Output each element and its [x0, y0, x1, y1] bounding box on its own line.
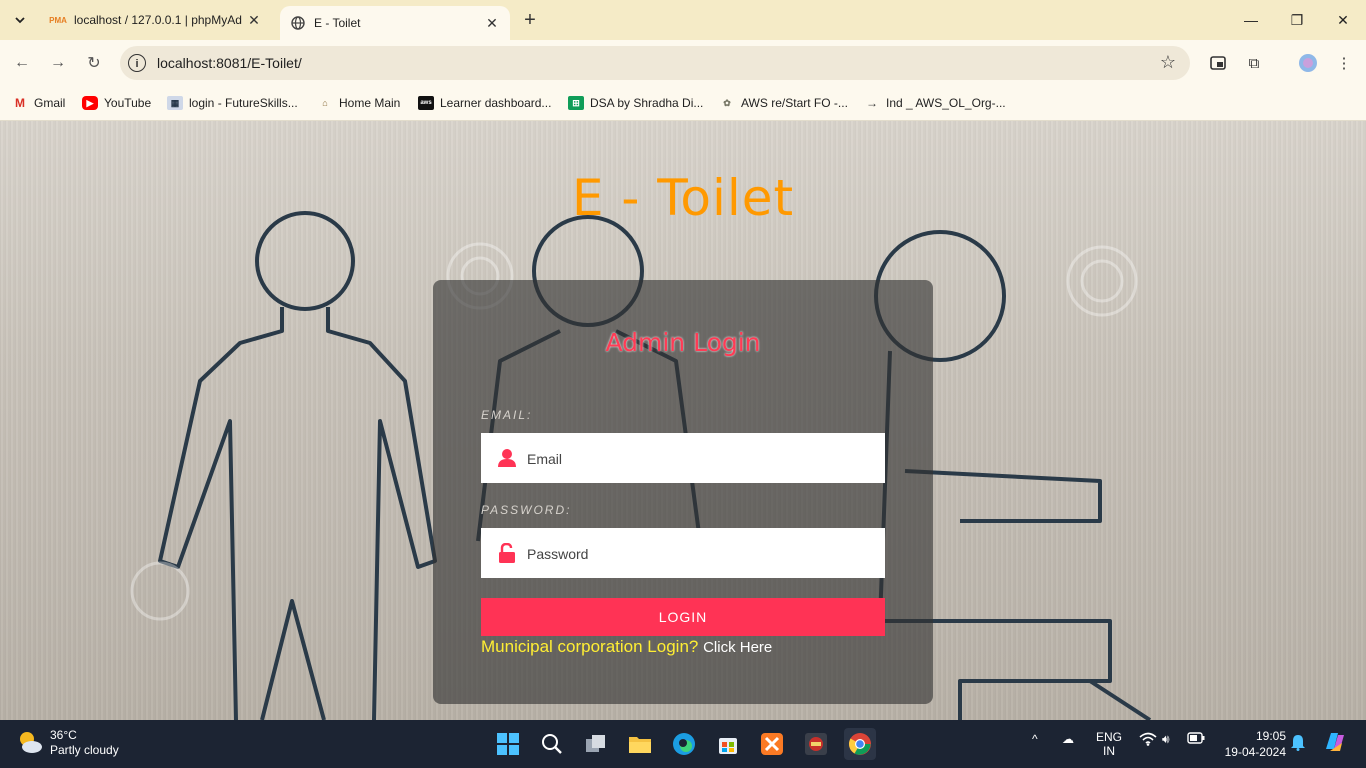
chevron-down-icon [15, 17, 25, 24]
bookmark-learner-dashboard[interactable]: aws Learner dashboard... [418, 93, 551, 113]
search-icon[interactable] [536, 728, 568, 760]
tab-title: E - Toilet [314, 16, 361, 30]
game-app-icon[interactable] [800, 728, 832, 760]
site-info-icon[interactable]: i [128, 54, 146, 72]
bookmark-futureskills[interactable]: ▦ login - FutureSkills... [167, 93, 298, 113]
bookmark-ind-aws[interactable]: → Ind _ AWS_OL_Org-... [864, 93, 1006, 113]
password-input[interactable] [525, 528, 879, 580]
windows-taskbar: 36°C Partly cloudy ^ ☁ ENG IN 🔊︎ 19:05 1… [0, 720, 1366, 768]
bookmark-youtube[interactable]: ▶ YouTube [82, 93, 151, 113]
tab-title: localhost / 127.0.0.1 | phpMyAd [74, 13, 242, 27]
wifi-icon[interactable] [1139, 732, 1157, 749]
task-view-icon[interactable] [580, 728, 612, 760]
close-tab-icon[interactable]: ✕ [244, 12, 264, 29]
login-heading: Admin Login [605, 328, 761, 357]
reload-icon[interactable]: ↻ [82, 51, 106, 75]
home-main-icon: ⌂ [322, 98, 328, 108]
bookmark-home-main[interactable]: ⌂ Home Main [317, 93, 400, 113]
weather-widget[interactable]: 36°C Partly cloudy [16, 728, 119, 758]
weather-temperature: 36°C [50, 728, 77, 742]
password-label: PASSWORD: [481, 503, 572, 517]
file-explorer-icon[interactable] [624, 728, 656, 760]
onedrive-icon[interactable]: ☁ [1062, 732, 1074, 746]
microsoft-store-icon[interactable] [712, 728, 744, 760]
aws-icon: aws [418, 96, 434, 110]
extensions-icon[interactable]: ⧉ [1242, 51, 1266, 75]
municipal-login-line: Municipal corporation Login? Click Here [481, 637, 772, 657]
email-input[interactable] [525, 433, 879, 485]
tab-e-toilet[interactable]: E - Toilet ✕ [280, 6, 510, 40]
municipal-login-link[interactable]: Click Here [703, 639, 772, 656]
restore-icon[interactable]: ❐ [1274, 0, 1320, 40]
arrow-icon: → [866, 96, 878, 110]
youtube-icon: ▶ [82, 96, 98, 110]
admin-login-panel: Admin Login EMAIL: PASSWORD: LOGIN Munic… [433, 280, 933, 704]
bookmark-gmail[interactable]: M Gmail [12, 93, 65, 113]
email-field[interactable] [481, 433, 885, 485]
password-field[interactable] [481, 528, 885, 580]
bookmark-aws-restart[interactable]: ✿ AWS re/Start FO -... [719, 93, 848, 113]
weather-description: Partly cloudy [50, 743, 119, 757]
forward-icon[interactable]: → [46, 51, 70, 75]
url-text[interactable]: localhost:8081/E-Toilet/ [157, 55, 302, 71]
volume-icon[interactable]: 🔊︎ [1162, 732, 1170, 747]
menu-kebab-icon[interactable]: ⋮ [1332, 51, 1356, 75]
browser-toolbar: ← → ↻ i localhost:8081/E-Toilet/ ☆ ⧉ ⋮ [0, 40, 1366, 86]
copilot-icon[interactable] [1322, 729, 1348, 758]
show-hidden-icons-chevron[interactable]: ^ [1032, 732, 1038, 746]
picture-in-picture-icon[interactable] [1206, 51, 1230, 75]
bookmarks-bar: M Gmail ▶ YouTube ▦ login - FutureSkills… [0, 86, 1366, 121]
phpmyadmin-icon: PMA [49, 15, 67, 25]
sheets-icon: ⊞ [568, 96, 584, 110]
login-button[interactable]: LOGIN [481, 598, 885, 636]
close-tab-icon[interactable]: ✕ [482, 15, 502, 32]
page-background: E - Toilet Admin Login EMAIL: PASSWORD: … [0, 121, 1366, 720]
email-label: EMAIL: [481, 408, 533, 422]
bookmark-star-icon[interactable]: ☆ [1160, 52, 1176, 73]
close-window-icon[interactable]: ✕ [1320, 0, 1366, 40]
partly-cloudy-icon [20, 732, 42, 753]
profile-avatar[interactable] [1296, 51, 1320, 75]
globe-icon [290, 15, 306, 31]
clock-date: 19-04-2024 [1224, 745, 1286, 759]
battery-icon[interactable] [1187, 732, 1205, 747]
futureskills-icon: ▦ [167, 96, 183, 110]
user-icon [498, 449, 516, 467]
bookmark-dsa[interactable]: ⊞ DSA by Shradha Di... [568, 93, 703, 113]
notification-bell-icon[interactable] [1290, 733, 1306, 754]
tab-strip: PMA localhost / 127.0.0.1 | phpMyAd ✕ E … [0, 0, 1366, 40]
system-clock[interactable]: 19:05 19-04-2024 [1210, 728, 1286, 760]
gmail-icon: M [15, 96, 25, 110]
address-bar[interactable]: i localhost:8081/E-Toilet/ ☆ [120, 46, 1190, 80]
edge-browser-icon[interactable] [668, 728, 700, 760]
site-title: E - Toilet [571, 169, 795, 227]
minimize-icon[interactable]: — [1228, 0, 1274, 40]
awsrestart-icon: ✿ [723, 97, 731, 108]
language-indicator[interactable]: ENG IN [1096, 730, 1122, 758]
xampp-icon[interactable] [756, 728, 788, 760]
back-icon[interactable]: ← [10, 51, 34, 75]
chrome-icon[interactable] [844, 728, 876, 760]
unlock-icon [499, 543, 515, 563]
clock-time: 19:05 [1255, 729, 1286, 743]
municipal-question: Municipal corporation Login? [481, 637, 699, 656]
tab-search-button[interactable] [6, 7, 34, 33]
windows-start-icon[interactable] [492, 728, 524, 760]
tab-phpmyadmin[interactable]: PMA localhost / 127.0.0.1 | phpMyAd ✕ [40, 0, 272, 40]
new-tab-button[interactable]: + [518, 9, 542, 33]
